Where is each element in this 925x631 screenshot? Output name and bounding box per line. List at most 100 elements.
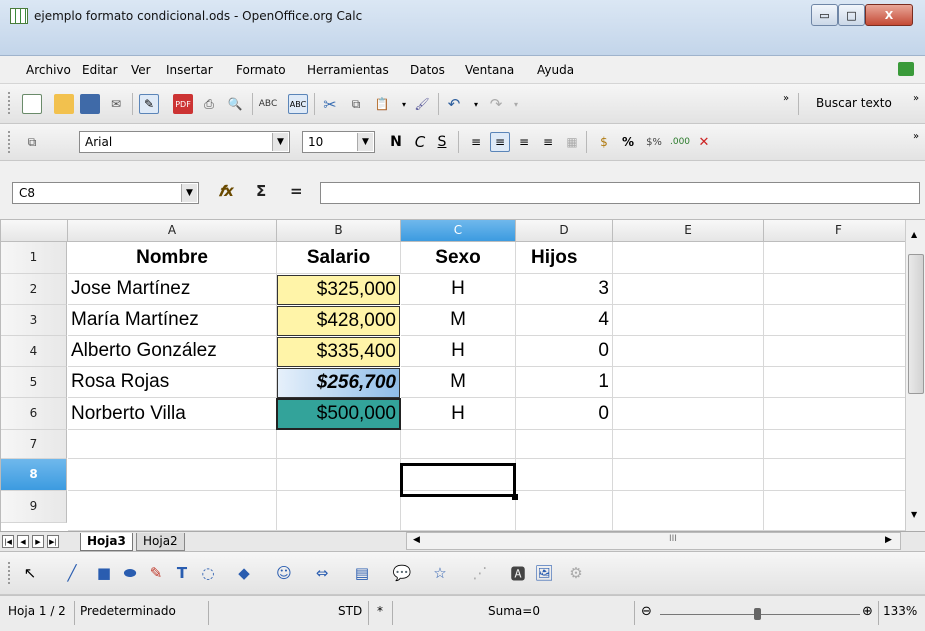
- zoom-slider-knob[interactable]: [754, 608, 761, 620]
- toolbar-overflow-icon[interactable]: »: [906, 126, 925, 146]
- scroll-right-icon[interactable]: ▶: [885, 535, 892, 545]
- save-icon[interactable]: [80, 94, 100, 114]
- row-header-1[interactable]: 1: [1, 242, 67, 274]
- vertical-scroll-thumb[interactable]: [908, 254, 924, 394]
- clone-formatting-icon[interactable]: 🖌: [412, 94, 432, 114]
- cell-a1[interactable]: Nombre: [68, 242, 277, 274]
- sum-display[interactable]: Suma=0: [488, 604, 540, 618]
- cell-e4[interactable]: [613, 336, 764, 367]
- cell-c4[interactable]: H: [401, 336, 516, 367]
- column-header-f[interactable]: F: [764, 220, 905, 242]
- cell-d5[interactable]: 1: [516, 367, 613, 398]
- toolbar-grip[interactable]: [8, 131, 11, 153]
- fill-handle[interactable]: [512, 494, 518, 500]
- from-file-icon[interactable]: 🖼: [534, 563, 554, 583]
- cell-d7[interactable]: [516, 430, 613, 459]
- italic-button[interactable]: C: [410, 132, 430, 152]
- column-header-b[interactable]: B: [277, 220, 401, 242]
- justify-icon[interactable]: ≡: [538, 132, 558, 152]
- paste-dropdown-icon[interactable]: ▾: [394, 94, 414, 114]
- cell-a9[interactable]: [68, 491, 277, 531]
- flowchart-icon[interactable]: ▤: [352, 563, 372, 583]
- cell-b1[interactable]: Salario: [277, 242, 401, 274]
- standard-format-icon[interactable]: $%: [644, 132, 664, 152]
- cell-b4[interactable]: $335,400: [277, 337, 400, 367]
- toolbar-grip[interactable]: [8, 562, 11, 584]
- select-all-corner[interactable]: [1, 220, 68, 242]
- toolbar-grip[interactable]: [8, 92, 11, 114]
- callouts-icon[interactable]: 💬: [392, 563, 412, 583]
- undo-icon[interactable]: ↶: [444, 94, 464, 114]
- select-arrow-icon[interactable]: ↖: [20, 563, 40, 583]
- sum-icon[interactable]: Σ: [256, 182, 266, 200]
- cell-f9[interactable]: [764, 491, 905, 531]
- cell-a4[interactable]: Alberto González: [68, 336, 277, 367]
- next-sheet-icon[interactable]: ▶: [32, 535, 44, 548]
- merge-cells-icon[interactable]: ▦: [562, 132, 582, 152]
- add-decimal-icon[interactable]: .000: [670, 132, 690, 152]
- column-header-e[interactable]: E: [613, 220, 764, 242]
- zoom-out-icon[interactable]: ⊖: [641, 604, 652, 619]
- menu-ayuda[interactable]: Ayuda: [537, 63, 574, 77]
- cell-b8[interactable]: [277, 459, 401, 491]
- redo-dropdown-icon[interactable]: ▾: [506, 94, 526, 114]
- ellipse-icon[interactable]: ⬬: [120, 563, 140, 583]
- chevron-down-icon[interactable]: ▼: [357, 133, 373, 151]
- cell-d3[interactable]: 4: [516, 305, 613, 336]
- cell-f3[interactable]: [764, 305, 905, 336]
- find-toolbar-label[interactable]: Buscar texto: [816, 96, 892, 110]
- callout-icon[interactable]: ◌: [198, 563, 218, 583]
- find-toolbar-overflow-icon[interactable]: »: [906, 88, 925, 108]
- edit-mode-icon[interactable]: ✎: [139, 94, 159, 114]
- row-header-8[interactable]: 8: [1, 459, 67, 491]
- cell-f7[interactable]: [764, 430, 905, 459]
- block-arrows-icon[interactable]: ⇔: [312, 563, 332, 583]
- extrusion-icon[interactable]: ⚙: [566, 563, 586, 583]
- points-icon[interactable]: ⋰: [470, 563, 490, 583]
- print-preview-icon[interactable]: 🔍: [225, 94, 245, 114]
- cell-e2[interactable]: [613, 274, 764, 305]
- align-center-icon[interactable]: ≡: [490, 132, 510, 152]
- cell-e6[interactable]: [613, 398, 764, 430]
- basic-shapes-icon[interactable]: ◆: [234, 563, 254, 583]
- cell-c9[interactable]: [401, 491, 516, 531]
- export-pdf-icon[interactable]: PDF: [173, 94, 193, 114]
- cell-a2[interactable]: Jose Martínez: [68, 274, 277, 305]
- cell-e3[interactable]: [613, 305, 764, 336]
- menu-ventana[interactable]: Ventana: [465, 63, 514, 77]
- cell-e5[interactable]: [613, 367, 764, 398]
- menu-insertar[interactable]: Insertar: [166, 63, 213, 77]
- formula-input[interactable]: [320, 182, 920, 204]
- cell-e8[interactable]: [613, 459, 764, 491]
- spellcheck-icon[interactable]: ABC: [258, 94, 278, 114]
- align-left-icon[interactable]: ≡: [466, 132, 486, 152]
- bold-button[interactable]: N: [386, 132, 406, 152]
- cut-icon[interactable]: ✂: [320, 94, 340, 114]
- delete-decimal-icon[interactable]: ✕: [694, 132, 714, 152]
- first-sheet-icon[interactable]: |◀: [2, 535, 14, 548]
- toolbar-overflow-icon[interactable]: »: [776, 88, 796, 108]
- cell-a5[interactable]: Rosa Rojas: [68, 367, 277, 398]
- chevron-down-icon[interactable]: ▼: [181, 184, 197, 202]
- cell-f4[interactable]: [764, 336, 905, 367]
- spreadsheet-grid[interactable]: A B C D E F 1 2 3 4 5 6 7 8 9 Nombre Sal…: [0, 220, 905, 531]
- cell-d8[interactable]: [516, 459, 613, 491]
- last-sheet-icon[interactable]: ▶|: [47, 535, 59, 548]
- cell-d6[interactable]: 0: [516, 398, 613, 430]
- cell-c5[interactable]: M: [401, 367, 516, 398]
- minimize-button[interactable]: ▭: [811, 4, 838, 26]
- cell-b2[interactable]: $325,000: [277, 275, 400, 305]
- horizontal-scrollbar[interactable]: ◀ III ▶: [406, 532, 901, 550]
- cell-d1[interactable]: Hijos: [516, 242, 613, 274]
- freeform-icon[interactable]: ✎: [146, 563, 166, 583]
- menu-herramientas[interactable]: Herramientas: [307, 63, 389, 77]
- cell-f5[interactable]: [764, 367, 905, 398]
- scroll-left-icon[interactable]: ◀: [413, 535, 420, 545]
- percent-format-button[interactable]: %: [618, 132, 638, 152]
- scroll-down-icon[interactable]: ▼: [911, 510, 917, 519]
- cell-c7[interactable]: [401, 430, 516, 459]
- cell-f6[interactable]: [764, 398, 905, 430]
- row-header-9[interactable]: 9: [1, 491, 67, 523]
- chevron-down-icon[interactable]: ▼: [272, 133, 288, 151]
- column-header-c[interactable]: C: [401, 220, 516, 242]
